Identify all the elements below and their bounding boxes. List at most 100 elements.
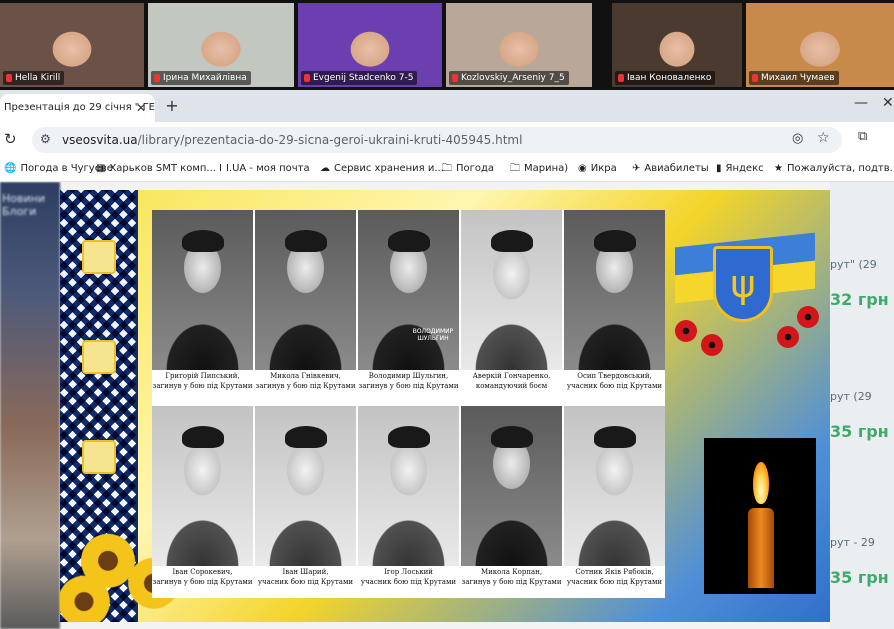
bookmark-icon: 🌐 [4,163,17,174]
bookmark-item[interactable]: ★ Пожалуйста, подтв... [774,156,894,182]
trident-icon [82,240,116,274]
hero-card: Григорій Пипський, загинув у бою під Крут… [152,210,253,402]
hero-portrait [152,406,253,566]
hero-name: Іван Сорокевич, [172,568,233,576]
reload-icon[interactable]: ↻ [4,130,17,148]
url-host: vseosvita.ua [62,133,138,147]
hero-hair [594,426,636,448]
hero-hair [594,230,636,252]
bookmark-item[interactable]: ▮ Яндекс [716,156,764,182]
bookmark-item[interactable]: ✈ Авиабилеты [632,156,709,182]
bookmark-icon: 🗀 [442,163,452,174]
hero-portrait [358,406,459,566]
hero-name: Володимир Шульгин, [368,372,449,380]
hero-fate: загинув у бою під Крутами [255,382,356,390]
eye-off-icon[interactable]: ◎ [792,131,803,146]
bookmark-icon: I [219,163,222,174]
hero-card: Осип Твердовський, учасник бою під Крутам… [564,210,665,402]
bookmark-item[interactable]: ◉ Икра [578,156,617,182]
browser-tab-active[interactable]: Презентація до 29 січня " ГЕРОЇ ✕ [0,94,155,122]
hero-hair [182,230,224,252]
bookmark-label: Харьков SMT комп... [109,163,216,174]
hero-hair [285,426,327,448]
hero-fate: загинув у бою під Крутами [358,382,459,390]
address-bar[interactable]: ⚙ vseosvita.ua/library/prezentacia-do-29… [32,127,842,153]
bookmark-icon: ★ [774,163,783,174]
hero-name: Ігор Лоський [384,568,433,576]
participant-name: Hella Kirill [3,71,65,85]
poppy-icon [797,306,819,328]
poppy-icon [777,326,799,348]
bookmark-icon: ◉ [578,163,587,174]
bookmark-item[interactable]: I I.UA - моя почта [219,156,310,182]
trident-icon: ψ [730,262,756,306]
hero-card: ВОЛОДИМИР ШУЛЬГИН Володимир Шульгин, загин… [358,210,459,402]
bookmark-label: Сервис хранения и... [334,163,444,174]
bookmark-icon: 🗀 [510,163,520,174]
hero-fate: загинув у бою під Крутами [152,578,253,586]
participant-tile[interactable]: Ірина Михайлівна [148,3,294,87]
bookmark-item[interactable]: 🗀 Погода [442,156,494,182]
bookmark-star-icon[interactable]: ☆ [817,130,830,146]
hero-fate: учасник бою під Крутами [360,578,457,586]
site-settings-icon[interactable]: ⚙ [40,132,51,146]
left-sidebar-text: Новини Блоги [2,192,45,218]
participant-name: Ірина Михайлівна [151,71,251,85]
hero-hair [491,230,533,252]
bookmark-label: Икра [590,163,617,174]
hero-portrait [152,210,253,370]
hero-fate: учасник бою під Крутами [566,578,663,586]
poppy-icon [675,320,697,342]
extensions-icon[interactable]: ⧉ [858,129,867,144]
tab-close-icon[interactable]: ✕ [133,94,149,122]
browser-toolbar: ↻ ⚙ vseosvita.ua/library/prezentacia-do-… [0,122,894,156]
bookmark-label: Авиабилеты [644,163,709,174]
hero-name: Сотник Яків Рябоків, [575,568,654,576]
hero-fate: загинув у бою під Крутами [152,382,253,390]
hero-portrait [564,406,665,566]
bookmark-item[interactable]: ☁ Сервис хранения и... [320,156,444,182]
bookmark-icon: ☁ [320,163,330,174]
hero-portrait [564,210,665,370]
window-close-icon[interactable]: ✕ [882,95,894,111]
video-participants-strip: Hella Kirill Ірина Михайлівна Evgenij Stad… [0,0,894,90]
browser-tab-bar: Презентація до 29 січня " ГЕРОЇ ✕ + — ✕ [0,90,894,122]
hero-portrait [255,210,356,370]
bookmark-item[interactable]: 🗀 Марина) [510,156,568,182]
hero-fate: загинув у бою під Крутами [461,578,562,586]
bookmark-label: I.UA - моя почта [225,163,310,174]
right-item-price: 32 грн [830,290,889,309]
flag-and-coat-of-arms: ψ [665,210,825,370]
hero-name: Микола Корпан, [480,568,543,576]
hero-name: Осип Твердовський, [577,372,652,380]
memorial-candle-image [704,438,816,594]
hero-hair [285,230,327,252]
participant-tile[interactable]: Михаил Чумаев [746,3,894,87]
participant-name: Kozlovskiy_Arseniy 7_5 [449,71,569,85]
bookmark-item[interactable]: ▦ Харьков SMT комп... [96,156,216,182]
candle-flame [753,462,769,504]
heroes-photo-grid: Григорій Пипський, загинув у бою під Крут… [152,210,665,598]
hero-portrait [461,406,562,566]
participant-tile[interactable]: Hella Kirill [0,3,144,87]
right-item-label: рут" (29 [830,258,877,271]
hero-fate: командуючий боєм [475,382,548,390]
right-item-price: 35 грн [830,568,889,587]
participant-name: Evgenij Stadcenko 7-5 [301,71,418,85]
candle-body [748,508,774,588]
hero-fate: учасник бою під Крутами [566,382,663,390]
new-tab-button[interactable]: + [162,96,182,116]
hero-name: Григорій Пипський, [165,372,240,380]
trident-icon [82,340,116,374]
hero-portrait [255,406,356,566]
participant-tile[interactable]: Kozlovskiy_Arseniy 7_5 [446,3,592,87]
right-item-price: 35 грн [830,422,889,441]
participant-tile[interactable]: Evgenij Stadcenko 7-5 [298,3,442,87]
participant-name: Іван Коноваленко [615,71,716,85]
participant-tile[interactable]: Іван Коноваленко [612,3,742,87]
hero-card: Аверкій Гончаренко, командуючий боєм [461,210,562,402]
minimize-icon[interactable]: — [852,95,870,111]
url-path: /library/prezentacia-do-29-sicna-geroi-u… [137,133,523,147]
hero-fate: учасник бою під Крутами [257,578,354,586]
hero-name: Микола Гнівкевич, [270,372,341,380]
